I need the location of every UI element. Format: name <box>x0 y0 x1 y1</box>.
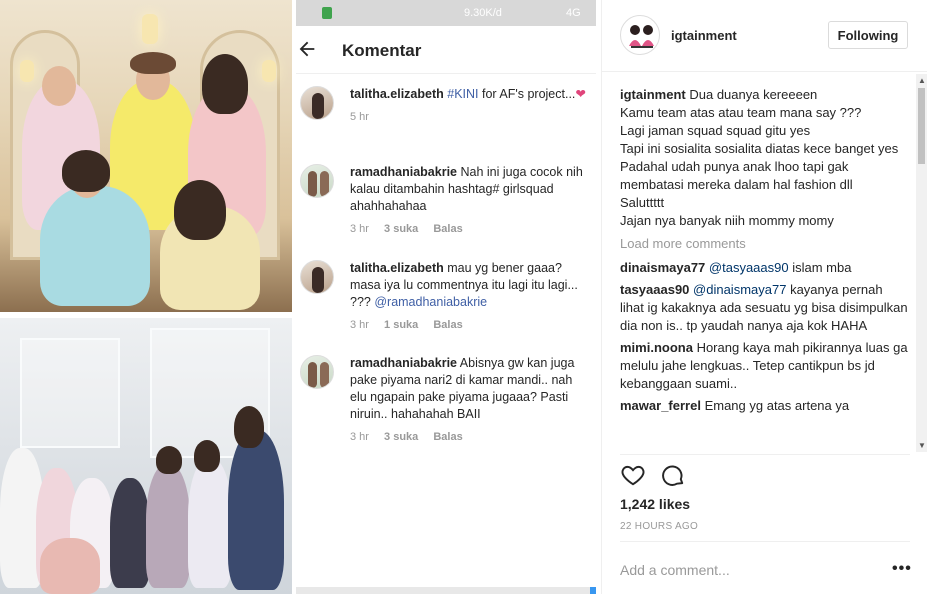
hashtag-link[interactable]: #KINI <box>447 87 478 101</box>
wall-lamp <box>262 60 276 82</box>
mention-link[interactable]: @ramadhaniabakrie <box>374 295 487 309</box>
scroll-up-arrow-icon[interactable]: ▲ <box>918 76 926 85</box>
comment-time: 3 hr <box>350 223 369 235</box>
comment-body: talitha.elizabeth mau yg bener gaaa? mas… <box>350 260 590 334</box>
person-hair <box>234 406 264 448</box>
reply-button[interactable]: Balas <box>433 431 462 443</box>
mention-link[interactable]: @dinaismaya77 <box>693 282 786 297</box>
comment-text: Emang yg atas artena ya <box>700 398 850 413</box>
add-comment-input[interactable] <box>620 560 870 580</box>
person <box>228 430 284 590</box>
post-username[interactable]: igtainment <box>671 28 737 43</box>
person-hair <box>194 440 220 472</box>
comment-text: for AF's project... <box>478 87 576 101</box>
comment-body: ramadhaniabakrie Nah ini juga cocok nih … <box>350 164 590 238</box>
caption-username[interactable]: igtainment <box>620 87 686 102</box>
post-caption: igtainment Dua duanya kereeeen Kamu team… <box>620 86 910 230</box>
back-arrow-icon[interactable] <box>296 38 318 60</box>
comment-meta: 3 hr 3 suka Balas <box>350 429 590 446</box>
avatar[interactable] <box>300 164 334 198</box>
caption-line: Kamu team atas atau team mana say ??? <box>620 105 862 120</box>
post-photo-top <box>0 0 292 312</box>
heart-icon[interactable] <box>620 462 646 488</box>
comment-icon[interactable] <box>660 462 686 488</box>
comment-time: 5 hr <box>350 111 369 123</box>
divider <box>620 454 910 455</box>
list-item: mawar_ferrel Emang yg atas artena ya <box>620 397 910 415</box>
comment-username[interactable]: talitha.elizabeth <box>350 87 444 101</box>
comment-time: 3 hr <box>350 319 369 331</box>
person-hair <box>202 54 248 114</box>
caption-line: Jajan nya banyak niih mommy momy <box>620 213 834 228</box>
comment-meta: 3 hr 3 suka Balas <box>350 221 590 238</box>
comment-body: ramadhaniabakrie Abisnya gw kan juga pak… <box>350 355 590 446</box>
comment-username[interactable]: ramadhaniabakrie <box>350 356 457 370</box>
comment-time: 3 hr <box>350 431 369 443</box>
person-hair <box>62 150 110 192</box>
post-photo-bottom <box>0 318 292 594</box>
avatar[interactable] <box>620 15 660 55</box>
comment-likes[interactable]: 1 suka <box>384 319 418 331</box>
heart-emoji: ❤ <box>575 87 586 101</box>
comments-screen: 9.30K/d 4G Komentar talitha.elizabeth #K… <box>296 0 596 594</box>
comment-username[interactable]: mimi.noona <box>620 340 693 355</box>
chandelier <box>142 14 158 44</box>
caption-line: Dua duanya kereeeen <box>689 87 818 102</box>
screen-title: Komentar <box>342 41 422 60</box>
avatar[interactable] <box>300 86 334 120</box>
comment-username[interactable]: mawar_ferrel <box>620 398 701 413</box>
person <box>188 458 232 588</box>
person-hair <box>174 180 226 240</box>
list-item: dinaismaya77 @tasyaaas90 islam mba <box>620 259 910 277</box>
post-panel: igtainment Following igtainment Dua duan… <box>601 0 927 594</box>
scrollbar-thumb[interactable] <box>918 88 925 164</box>
notification-icon <box>322 7 332 19</box>
bottom-bar <box>296 587 596 594</box>
list-item: tasyaaas90 @dinaismaya77 kayanya pernah … <box>620 281 910 335</box>
status-bar: 9.30K/d 4G <box>296 0 596 26</box>
comment-username[interactable]: dinaismaya77 <box>620 260 705 275</box>
caption-line: Padahal udah punya anak lhoo tapi gak me… <box>620 159 853 192</box>
avatar[interactable] <box>300 355 334 389</box>
comment-text: islam mba <box>788 260 852 275</box>
following-button[interactable]: Following <box>828 21 908 49</box>
caption-line: Saluttttt <box>620 195 665 210</box>
reply-button[interactable]: Balas <box>433 319 462 331</box>
avatar[interactable] <box>300 260 334 294</box>
caption-line: Tapi ini sosialita sosialita diatas kece… <box>620 141 899 156</box>
person-head <box>42 66 76 106</box>
divider <box>620 541 910 542</box>
comment-username[interactable]: tasyaaas90 <box>620 282 689 297</box>
person <box>40 538 100 594</box>
comment-body: talitha.elizabeth #KINI for AF's project… <box>350 86 590 126</box>
bathroom-mirror <box>20 338 120 448</box>
comment-username[interactable]: ramadhaniabakrie <box>350 165 457 179</box>
person-hair <box>156 446 182 474</box>
comment-likes[interactable]: 3 suka <box>384 431 418 443</box>
person <box>40 186 150 306</box>
list-item: mimi.noona Horang kaya mah pikirannya lu… <box>620 339 910 393</box>
load-more-comments-link[interactable]: Load more comments <box>620 235 910 253</box>
app-bar: Komentar <box>296 26 596 74</box>
post-header: igtainment Following <box>602 0 927 72</box>
mention-link[interactable]: @tasyaaas90 <box>709 260 789 275</box>
comments-list: igtainment Dua duanya kereeeen Kamu team… <box>620 86 910 450</box>
network-speed: 9.30K/d <box>464 7 502 19</box>
signal-indicator: 4G <box>566 7 581 19</box>
scroll-down-arrow-icon[interactable]: ▼ <box>918 441 926 450</box>
person <box>110 478 150 588</box>
post-timestamp: 22 HOURS AGO <box>620 521 699 532</box>
caption-line: Lagi jaman squad squad gitu yes <box>620 123 811 138</box>
more-options-icon[interactable]: ••• <box>892 560 912 578</box>
wall-lamp <box>20 60 34 82</box>
likes-count[interactable]: 1,242 likes <box>620 496 690 512</box>
comment-likes[interactable]: 3 suka <box>384 223 418 235</box>
comment-username[interactable]: talitha.elizabeth <box>350 261 444 275</box>
comment-meta: 3 hr 1 suka Balas <box>350 317 590 334</box>
comments-scrollbar[interactable]: ▲ ▼ <box>916 74 927 452</box>
comment-meta: 5 hr <box>350 109 590 126</box>
person-hair <box>130 52 176 74</box>
person <box>146 464 190 588</box>
reply-button[interactable]: Balas <box>433 223 462 235</box>
